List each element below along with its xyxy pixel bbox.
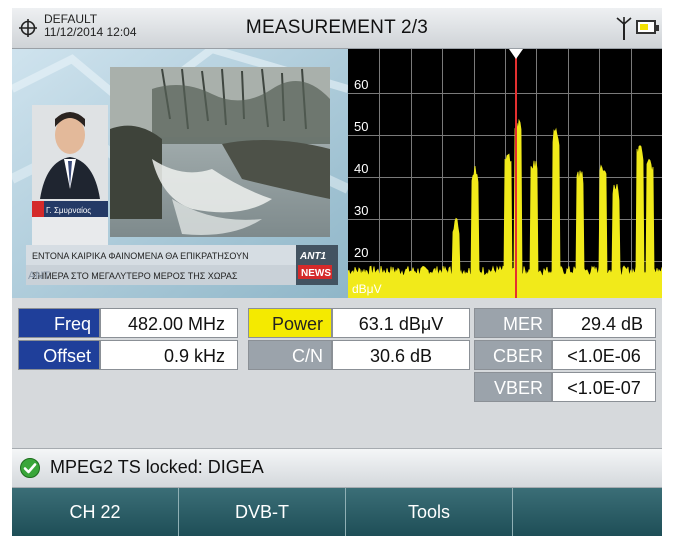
y-tick-label: 30 [354,203,368,218]
softkey-empty[interactable] [513,488,662,536]
spectrum-axis-labels: 60 50 40 30 20 dBμV [352,77,382,296]
ticker-prefix: ANT [28,270,50,282]
measurement-table: Freq 482.00 MHz Power 63.1 dBμV MER 29.4… [12,302,662,442]
spectrum-plot: 60 50 40 30 20 dBμV [347,49,662,299]
freq-label: Freq [18,308,100,338]
title-bar: DEFAULT 11/12/2014 12:04 MEASUREMENT 2/3 [12,8,662,49]
video-preview[interactable]: Γ. Σμυρναίος ΕΝΤΟΝΑ ΚΑΙΡΙΚΑ ΦΑΙΝΟΜΕΝΑ ΘΑ… [12,49,348,298]
cber-label: CBER [474,340,552,370]
ticker-line-2: ΣΗΜΕΡΑ ΣΤΟ ΜΕΓΑΛΥΤΕΡΟ ΜΕΡΟΣ ΤΗΣ ΧΩΡΑΣ [32,271,238,281]
power-value: 63.1 dBμV [332,308,470,338]
cn-label: C/N [248,340,332,370]
freq-value: 482.00 MHz [100,308,238,338]
softkey-bar: CH 22 DVB-T Tools [12,488,662,536]
status-bar: MPEG2 TS locked: DIGEA [12,448,662,488]
spectrum-display[interactable]: 60 50 40 30 20 dBμV [347,49,662,299]
status-text: MPEG2 TS locked: DIGEA [50,457,264,477]
cn-value: 30.6 dB [332,340,470,370]
power-label: Power [248,308,332,338]
battery-icon [636,20,659,34]
softkey-standard[interactable]: DVB-T [179,488,346,536]
page-title: MEASUREMENT 2/3 [245,17,429,38]
cber-value: <1.0E-06 [552,340,656,370]
ticker-line-1: ΕΝΤΟΝΑ ΚΑΙΡΙΚΑ ΦΑΙΝΟΜΕΝΑ ΘΑ ΕΠΙΚΡΑΤΗΣΟΥΝ [32,251,249,261]
analyzer-screen: DEFAULT 11/12/2014 12:04 MEASUREMENT 2/3 [12,8,662,536]
vber-value: <1.0E-07 [552,372,656,402]
unit-label: dBμV [352,282,382,296]
y-tick-label: 40 [354,161,368,176]
antenna-icon [616,17,632,40]
news-label: NEWS [301,268,331,279]
mer-label: MER [474,308,552,338]
softkey-channel[interactable]: CH 22 [12,488,179,536]
y-tick-label: 20 [354,245,368,260]
offset-value: 0.9 kHz [100,340,238,370]
check-circle-icon [20,458,40,478]
mer-value: 29.4 dB [552,308,656,338]
channel-logo: ANT1 [299,251,327,262]
offset-label: Offset [18,340,100,370]
nameplate: Γ. Σμυρναίος [46,206,91,215]
softkey-tools[interactable]: Tools [346,488,513,536]
vber-label: VBER [474,372,552,402]
video-frame: Γ. Σμυρναίος ΕΝΤΟΝΑ ΚΑΙΡΙΚΑ ΦΑΙΝΟΜΕΝΑ ΘΑ… [12,49,348,298]
y-tick-label: 60 [354,77,368,92]
y-tick-label: 50 [354,119,368,134]
